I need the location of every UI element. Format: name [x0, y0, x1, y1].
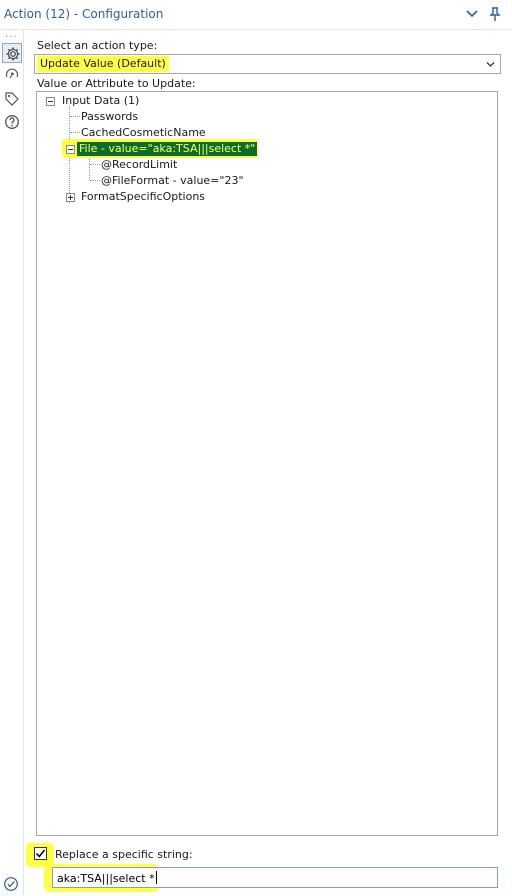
- action-type-selected: Update Value (Default): [37, 56, 169, 72]
- tree-node-recordlimit[interactable]: @RecordLimit: [101, 158, 177, 172]
- replace-string-value: aka:TSA|||select *: [57, 871, 157, 885]
- tree-connector: [90, 180, 100, 181]
- replace-checkbox[interactable]: [34, 847, 47, 860]
- tree-connector: [70, 116, 80, 117]
- tree-node-root[interactable]: Input Data (1): [62, 94, 139, 108]
- collapse-toggle-icon[interactable]: [46, 97, 55, 106]
- chevron-down-icon[interactable]: [464, 6, 480, 22]
- tree-label: Value or Attribute to Update:: [37, 77, 196, 90]
- pin-icon[interactable]: [487, 6, 503, 22]
- connection-icon: [5, 68, 19, 79]
- help-icon: [5, 115, 19, 129]
- replace-string-input[interactable]: aka:TSA|||select *: [52, 867, 498, 888]
- tree-node-file-selected[interactable]: File - value="aka:TSA|||select *": [77, 142, 258, 156]
- tree-node-fileformat[interactable]: @FileFormat - value="23": [101, 174, 244, 188]
- title-bar: Action (12) - Configuration: [0, 0, 512, 30]
- tag-icon: [5, 92, 19, 106]
- attribute-tree[interactable]: Input Data (1) Passwords CachedCosmeticN…: [36, 91, 498, 836]
- action-type-dropdown[interactable]: Update Value (Default): [34, 54, 501, 74]
- collapse-toggle-icon[interactable]: [66, 145, 75, 154]
- gear-icon: [6, 47, 20, 61]
- expand-toggle-icon[interactable]: [66, 193, 75, 202]
- sidebar-item-connections[interactable]: [2, 65, 22, 85]
- tree-node-formatspecificoptions[interactable]: FormatSpecificOptions: [81, 190, 205, 204]
- replace-label: Replace a specific string:: [55, 848, 193, 861]
- sidebar-item-configuration[interactable]: [2, 43, 22, 63]
- checkmark-icon: [35, 849, 46, 858]
- chevron-down-icon[interactable]: [485, 59, 496, 73]
- action-type-label: Select an action type:: [37, 39, 158, 52]
- tree-connector: [70, 132, 80, 133]
- check-circle-icon[interactable]: [3, 876, 19, 895]
- sidebar: ...: [0, 30, 24, 896]
- tree-connector: [90, 164, 100, 165]
- sidebar-item-help[interactable]: [2, 112, 22, 132]
- sidebar-item-annotation[interactable]: [2, 89, 22, 109]
- overflow-dots[interactable]: ...: [5, 30, 18, 40]
- tree-node-cachedcosmeticname[interactable]: CachedCosmeticName: [81, 126, 206, 140]
- tree-node-passwords[interactable]: Passwords: [81, 110, 138, 124]
- window-title: Action (12) - Configuration: [4, 7, 164, 21]
